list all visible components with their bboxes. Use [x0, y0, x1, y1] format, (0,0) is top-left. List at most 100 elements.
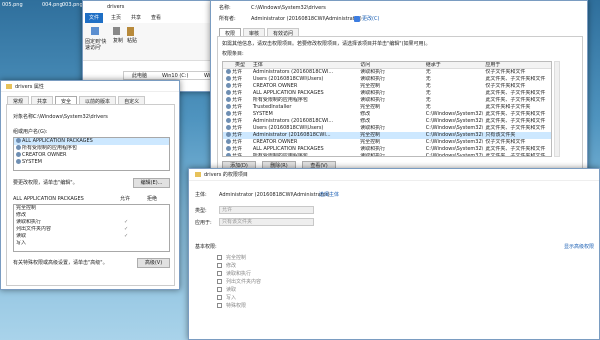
permission-option: 特殊权限 — [217, 302, 337, 310]
table-row[interactable]: 允许 Administrators (20160818CWI... 修改 C:\Win… — [223, 118, 551, 125]
permission-option: 读取和执行 — [217, 270, 337, 278]
table-cell-wrap: Administrators (20160818CWI... — [251, 118, 358, 125]
permission-row: 修改 — [14, 212, 169, 219]
col-principal[interactable]: 主体 — [251, 62, 358, 68]
table-cell: C:\Windows\System32\ — [425, 146, 484, 152]
table-cell-wrap: 读取和执行 — [358, 76, 424, 83]
table-cell: C:\Windows\System32\ — [425, 132, 484, 138]
basic-perms: 完全控制 修改 读取和执行 列出文件夹内容 读取 写入 特殊权限 — [217, 254, 337, 334]
table-row[interactable]: 允许 所有受限制的应用程序包 读取和执行 C:\Windows\System32\ 此文… — [223, 153, 551, 156]
paste-icon — [127, 27, 134, 36]
desktop-icon-1[interactable]: 005.png — [0, 0, 23, 12]
table-cell-wrap: 无 — [424, 97, 484, 104]
advanced-button[interactable]: 高级(V) — [137, 258, 170, 268]
breadcrumb-1[interactable]: 此电脑 — [132, 74, 147, 79]
table-cell-wrap: 此文件夹、子文件夹和文件 — [483, 111, 551, 118]
permission-checkbox[interactable] — [217, 255, 222, 260]
list-item[interactable]: CREATOR OWNER — [14, 152, 169, 159]
table-row[interactable]: 允许 Users (20160818CWI\Users) 读取和执行 C:\Windo… — [223, 125, 551, 132]
tab-file[interactable]: 文件 — [85, 13, 103, 23]
table-cell-wrap: C:\Windows\System32\ — [424, 118, 484, 125]
table-cell-wrap: 允许 — [223, 90, 251, 97]
table-cell-wrap: TrustedInstaller — [251, 104, 358, 111]
table-body: 允许 Administrators (20160818CWI... 读取和执行无仅子… — [223, 69, 551, 156]
list-item[interactable]: ALL APPLICATION PACKAGES — [14, 138, 169, 145]
group-name: ALL APPLICATION PACKAGES — [22, 138, 93, 144]
perm-for-label: ALL APPLICATION PACKAGES — [13, 196, 84, 202]
table-cell: 读取和执行 — [360, 146, 386, 152]
table-cell: 此文件夹、子文件夹和文件 — [485, 76, 546, 82]
shield-icon — [354, 16, 360, 22]
table-cell-wrap: 允许 — [223, 146, 251, 153]
tab-home[interactable]: 主页 — [111, 16, 121, 21]
edit-button[interactable]: 编辑(E)... — [133, 178, 170, 188]
permission-option: 列出文件夹内容 — [217, 278, 337, 286]
paste-button[interactable]: 粘贴 — [127, 39, 137, 44]
table-cell-wrap: 此文件夹、子文件夹和文件 — [483, 76, 551, 83]
table-row[interactable]: 允许 ALL APPLICATION PACKAGES 读取和执行 无 此文件夹、子文件… — [223, 90, 551, 97]
scrollbar[interactable] — [554, 61, 560, 157]
permission-checkbox[interactable] — [217, 295, 222, 300]
tab-share[interactable]: 共享 — [131, 16, 141, 21]
list-item[interactable]: 所有受限制的应用程序包 — [14, 145, 169, 152]
table-cell: 仅子文件夹和文件 — [485, 83, 526, 89]
table-cell-wrap: 无 — [424, 90, 484, 97]
list-item[interactable]: SYSTEM — [14, 159, 169, 166]
permission-checkbox[interactable] — [217, 303, 222, 308]
table-row[interactable]: 允许 TrustedInstaller 完全控制 无 此文件夹和子文件夹 — [223, 104, 551, 111]
apply-select[interactable]: 只有该文件夹 — [219, 218, 314, 226]
table-cell-wrap: 允许 — [223, 69, 251, 76]
permission-checkbox[interactable] — [217, 279, 222, 284]
type-select[interactable]: 允许 — [219, 206, 314, 214]
table-cell-wrap: 允许 — [223, 118, 251, 125]
table-cell-wrap: 完全控制 — [358, 83, 424, 90]
col-access[interactable]: 访问 — [358, 62, 424, 68]
groups-list[interactable]: ALL APPLICATION PACKAGES 所有受限制的应用程序包 CRE… — [13, 137, 170, 171]
select-principal-link[interactable]: 选择主体 — [319, 193, 339, 198]
col-type[interactable]: 类型 — [223, 62, 251, 68]
permission-entry-window: drivers 的权限项目 主体: Administrator (2016081… — [188, 168, 600, 340]
table-row[interactable]: 允许 CREATOR OWNER 完全控制 无 仅子文件夹和文件 — [223, 83, 551, 90]
permission-entries-table[interactable]: 类型 主体 访问 继承于 应用于 允许 Administrators (20160… — [222, 61, 552, 157]
explorer-tabbar: 文件 主页 共享 查看 — [83, 13, 228, 23]
col-applies[interactable]: 应用于 — [483, 62, 551, 68]
principal-label: 主体: — [195, 192, 207, 198]
user-icon — [226, 90, 231, 95]
table-cell: 修改 — [360, 111, 371, 117]
group-icon — [16, 145, 21, 150]
permission-name: 读取和执行 — [16, 219, 42, 225]
table-cell: ALL APPLICATION PACKAGES — [252, 90, 324, 96]
table-cell: CREATOR OWNER — [252, 83, 298, 89]
desktop-icon-2[interactable]: 004.png — [40, 0, 63, 12]
col-inherited[interactable]: 继承于 — [424, 62, 484, 68]
breadcrumb-2[interactable]: Win10 (C:) — [162, 74, 188, 79]
show-advanced-link[interactable]: 显示高级权限 — [564, 245, 594, 250]
table-cell-wrap: 完全控制 — [358, 132, 424, 139]
permission-name: 读取 — [16, 233, 27, 239]
permission-checkbox[interactable] — [217, 287, 222, 292]
table-cell-wrap: 读取和执行 — [358, 153, 424, 156]
table-row[interactable]: 允许 所有受限制的应用程序包 读取和执行 无 此文件夹、子文件夹和文件 — [223, 97, 551, 104]
table-row[interactable]: 允许 CREATOR OWNER 完全控制 C:\Windows\System32\ 仅… — [223, 139, 551, 146]
desktop-icon-label: 004.png — [42, 2, 63, 8]
tab-view[interactable]: 查看 — [151, 16, 161, 21]
permission-checkbox[interactable] — [217, 263, 222, 268]
copy-button[interactable]: 复制 — [113, 39, 123, 44]
table-cell: 无 — [425, 76, 431, 82]
table-row[interactable]: 允许 Users (20160818CWI\Users) 读取和执行 无 此文件夹、子文… — [223, 76, 551, 83]
table-cell: 无 — [425, 69, 431, 75]
table-row[interactable]: 允许 Administrators (20160818CWI... 读取和执行 无 仅子… — [223, 69, 551, 76]
table-row[interactable]: 允许 Administrator (20160818CWI... 完全控制 C:\Wi… — [223, 132, 551, 139]
permission-checkbox[interactable] — [217, 271, 222, 276]
owner-change-link[interactable]: 更改(C) — [362, 17, 379, 22]
perms-list: 完全控制 修改 读取和执行 ✓ 列出文件夹内容 ✓ 读取 ✓ 写入 — [13, 204, 170, 252]
desktop-icon-3[interactable]: 003.png — [62, 0, 83, 12]
table-row[interactable]: 允许 SYSTEM 修改 C:\Windows\System32\ 此文件夹、子文件夹和… — [223, 111, 551, 118]
table-cell-wrap: 读取和执行 — [358, 125, 424, 132]
table-cell-wrap: 仅子文件夹和文件 — [483, 83, 551, 90]
permission-name: 修改 — [16, 212, 27, 218]
table-row[interactable]: 允许 ALL APPLICATION PACKAGES 读取和执行 C:\Window… — [223, 146, 551, 153]
copy-icon — [113, 27, 120, 35]
desktop-icon-label: 003.png — [62, 2, 83, 8]
pin-quick-access-button[interactable]: 固定到'快速访问' — [85, 39, 109, 51]
